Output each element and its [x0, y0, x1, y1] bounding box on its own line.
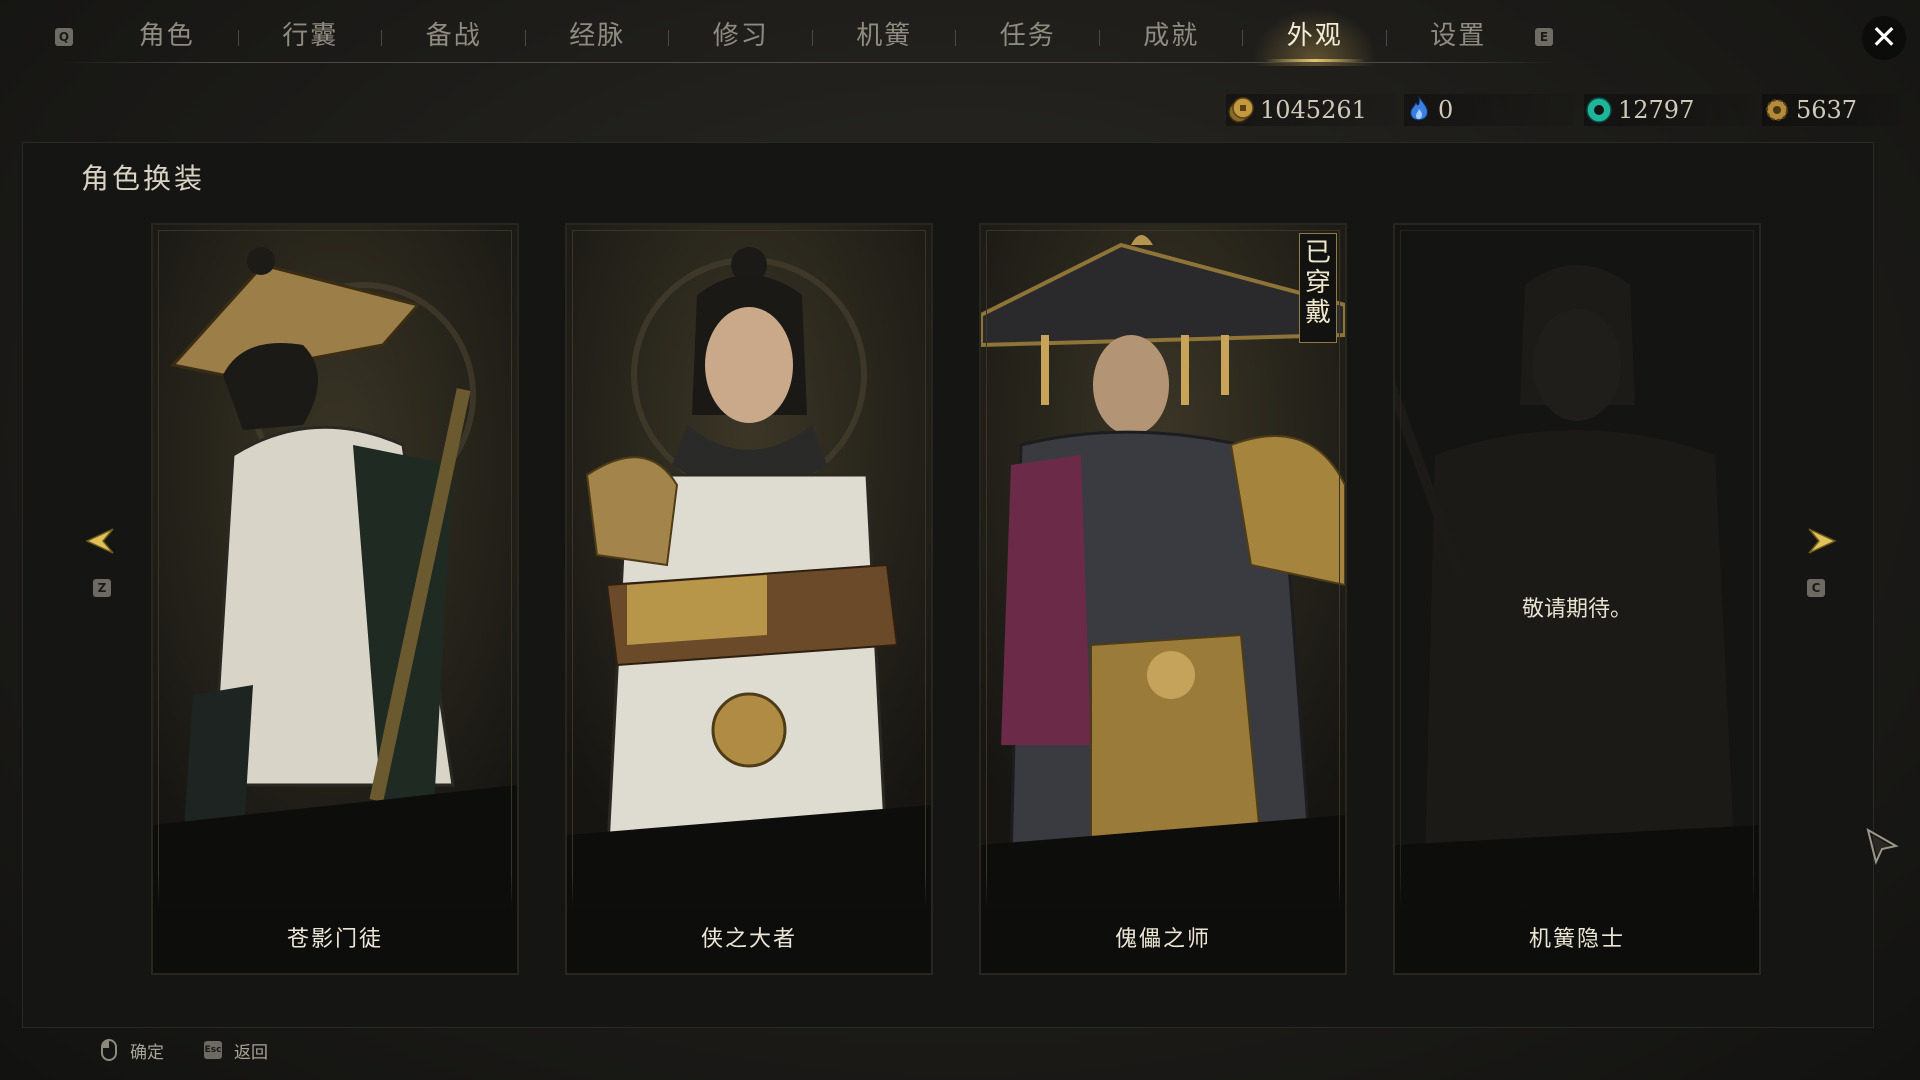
currency-gear-ore: 5637 — [1762, 94, 1902, 126]
currency-value: 12797 — [1618, 96, 1695, 124]
footer-confirm-hint[interactable]: 确定 — [100, 1038, 164, 1063]
gear-ore-icon — [1766, 99, 1788, 121]
currency-blue-flame: 0 — [1404, 94, 1574, 126]
close-button[interactable]: ✕ — [1862, 16, 1906, 60]
topbar-divider — [60, 62, 1560, 63]
chevron-right-icon[interactable] — [1803, 521, 1843, 561]
currency-value: 1045261 — [1260, 96, 1367, 124]
tab-label: 机簧 — [856, 21, 913, 51]
tab-label: 外观 — [1286, 21, 1343, 51]
card-frame — [572, 230, 926, 968]
card-name: 傀儡之师 — [1114, 927, 1211, 952]
coming-soon-text: 敬请期待。 — [1521, 597, 1632, 622]
card-name: 机簧隐士 — [1528, 927, 1625, 952]
tab-label: 任务 — [999, 21, 1056, 51]
next-tab-key-hint[interactable]: E — [1535, 28, 1553, 46]
currency-jade: 12797 — [1584, 94, 1754, 126]
confirm-label: 确定 — [130, 1042, 164, 1063]
costume-card[interactable]: 苍影门徒 — [151, 223, 519, 975]
card-name: 侠之大者 — [700, 927, 797, 952]
footer-back-hint[interactable]: Esc 返回 — [204, 1038, 268, 1063]
tab-label: 成就 — [1143, 21, 1200, 51]
tab-label: 经脉 — [569, 21, 626, 51]
tab-label: 修习 — [712, 21, 769, 51]
currency-value: 0 — [1438, 96, 1454, 124]
costume-panel: 角色换装 Z 苍影门徒 侠之大者 已 穿 戴 傀儡之师 敬请期待。 机簧隐士 C — [22, 142, 1874, 1028]
tab-label: 行囊 — [282, 21, 339, 51]
mouse-icon — [101, 1039, 117, 1061]
prev-tab-key-hint[interactable]: Q — [55, 28, 73, 46]
costume-card[interactable]: 已穿戴 傀儡之师 — [979, 223, 1347, 975]
esc-key-icon: Esc — [204, 1041, 222, 1059]
currency-copper: 1045261 — [1226, 94, 1396, 126]
tab-label: 角色 — [138, 21, 195, 51]
panel-title: 角色换装 — [81, 162, 206, 195]
top-navigation-bar: Q 角色 行囊 备战 经脉 修习 机簧 任务 成就 外观 设置 E ✕ — [0, 0, 1920, 72]
tab-label: 设置 — [1430, 21, 1487, 51]
copper-coin-icon — [1228, 97, 1254, 123]
mouse-cursor-icon — [1866, 828, 1899, 865]
costume-card[interactable]: 侠之大者 — [565, 223, 933, 975]
prev-page-key-hint: Z — [93, 579, 111, 597]
costume-card-locked[interactable]: 敬请期待。 机簧隐士 — [1393, 223, 1761, 975]
card-frame — [986, 230, 1340, 968]
jade-disc-icon — [1586, 97, 1612, 123]
tab-label: 备战 — [425, 21, 482, 51]
card-frame — [158, 230, 512, 968]
blue-flame-icon — [1410, 95, 1428, 121]
back-label: 返回 — [234, 1042, 268, 1063]
equipped-badge: 已穿戴 — [1299, 233, 1337, 343]
card-name: 苍影门徒 — [286, 927, 383, 952]
next-page-key-hint: C — [1807, 579, 1825, 597]
currency-value: 5637 — [1796, 96, 1858, 124]
chevron-left-icon[interactable] — [79, 521, 119, 561]
